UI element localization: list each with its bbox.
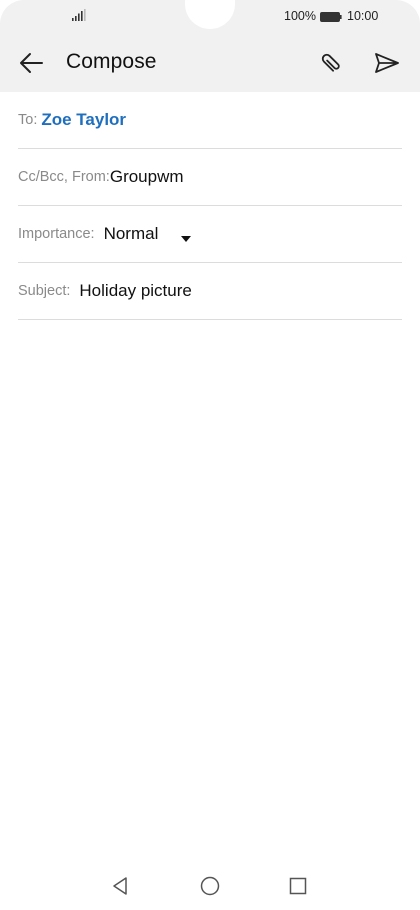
recipient-chip[interactable]: Zoe Taylor	[41, 110, 126, 130]
battery-icon	[320, 11, 342, 22]
send-icon	[375, 53, 399, 73]
back-arrow-icon	[20, 53, 43, 73]
paperclip-icon	[321, 53, 340, 72]
importance-select[interactable]: Normal	[104, 224, 159, 244]
nav-back-button[interactable]	[108, 874, 132, 898]
nav-recent-icon	[289, 877, 307, 895]
compose-form: To: Zoe Taylor Cc/Bcc, From: Groupwm Imp…	[18, 92, 402, 320]
attach-button[interactable]	[314, 46, 348, 80]
subject-input[interactable]: Holiday picture	[79, 281, 191, 301]
nav-home-icon	[200, 876, 220, 896]
dropdown-arrow-icon[interactable]	[180, 230, 192, 242]
subject-field[interactable]: Subject: Holiday picture	[18, 263, 402, 320]
to-field[interactable]: To: Zoe Taylor	[18, 92, 402, 149]
status-clock: 10:00	[347, 9, 379, 23]
nav-back-icon	[113, 877, 127, 895]
to-label: To:	[18, 112, 38, 128]
page-title: Compose	[66, 50, 157, 73]
nav-recent-button[interactable]	[286, 874, 310, 898]
status-bar: 100% 10:00	[0, 0, 420, 32]
back-button[interactable]	[14, 46, 48, 80]
battery-percent: 100%	[284, 9, 316, 23]
send-button[interactable]	[370, 46, 404, 80]
app-bar: Compose	[0, 36, 420, 88]
phone-screen: 100% 10:00 Compose To: Zoe Taylor Cc/Bcc…	[0, 0, 420, 910]
header-area: 100% 10:00 Compose	[0, 0, 420, 92]
subject-label: Subject:	[18, 283, 71, 299]
importance-field[interactable]: Importance: Normal	[18, 206, 402, 263]
signal-icon	[72, 9, 86, 21]
nav-home-button[interactable]	[198, 874, 222, 898]
importance-label: Importance:	[18, 226, 95, 242]
navigation-bar	[0, 862, 420, 910]
from-account[interactable]: Groupwm	[110, 167, 184, 187]
cc-bcc-from-field[interactable]: Cc/Bcc, From: Groupwm	[18, 149, 402, 206]
cc-bcc-from-label: Cc/Bcc, From:	[18, 169, 110, 185]
